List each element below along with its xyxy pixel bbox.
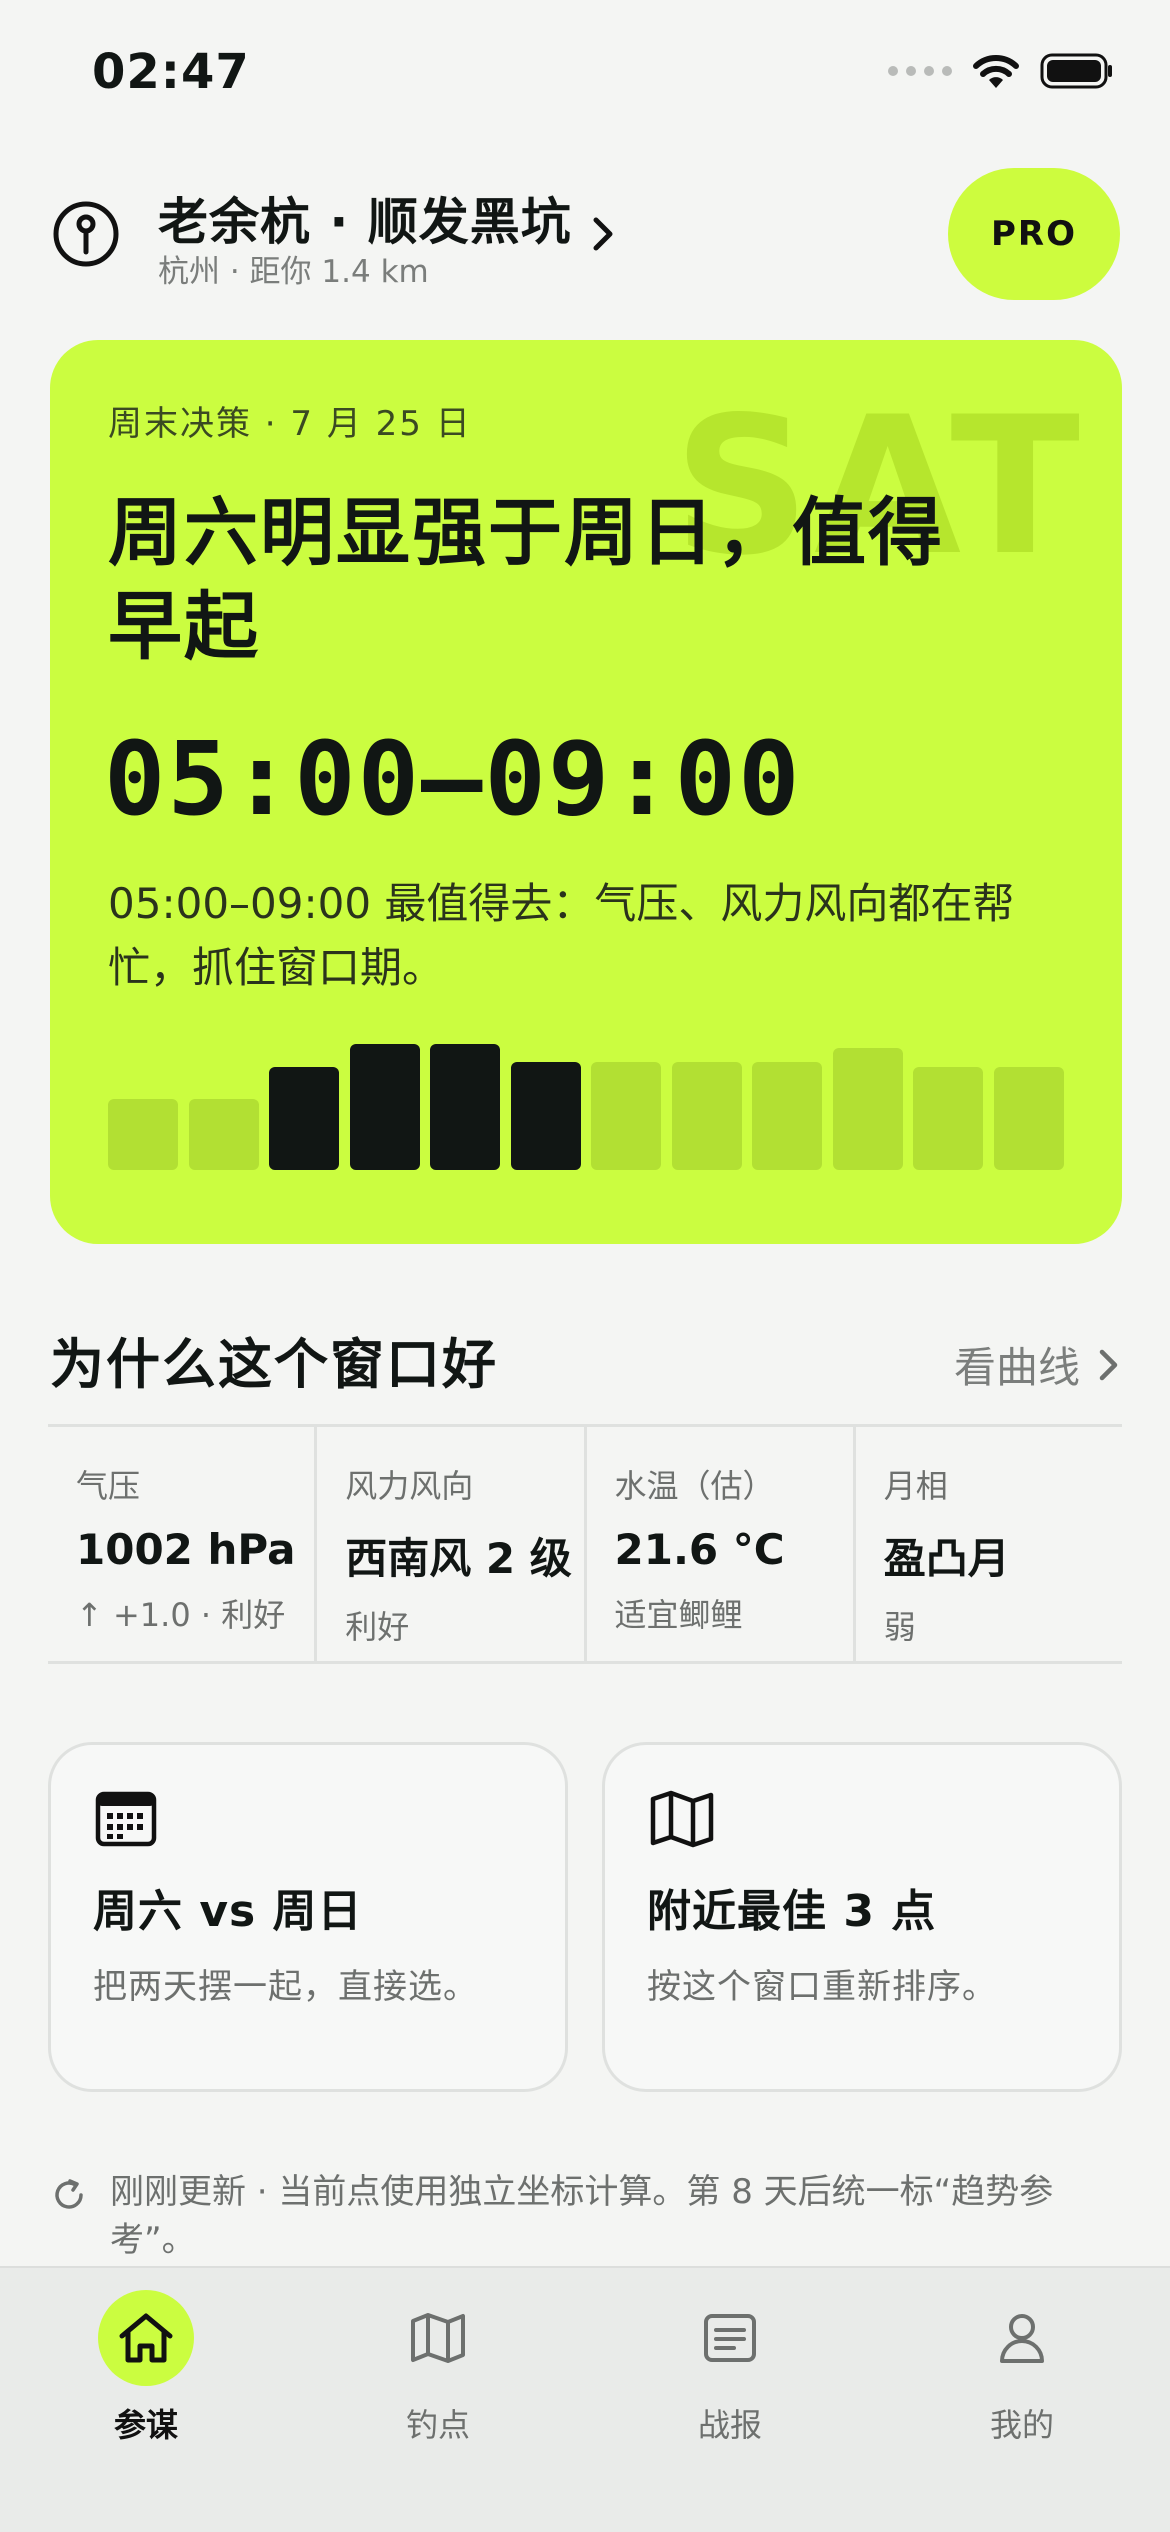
- location-header: 老余杭 · 顺发黑坑 杭州 · 距你 1.4 km PRO: [50, 168, 1120, 306]
- score-bar: [671, 1062, 742, 1170]
- card-subtitle: 把两天摆一起，直接选。: [93, 1967, 478, 2007]
- metric-note: ↑ +1.0 · 利好: [76, 1596, 286, 1634]
- metrics-grid: 气压 1002 hPa ↑ +1.0 · 利好 风力风向 西南风 2 级 利好 …: [48, 1424, 1122, 1664]
- metric-value: 1002 hPa: [76, 1525, 296, 1574]
- metric-wind: 风力风向 西南风 2 级 利好: [317, 1427, 587, 1661]
- tab-label: 钓点: [405, 2406, 470, 2444]
- home-icon: [98, 2290, 194, 2386]
- tab-profile[interactable]: 我的: [932, 2290, 1112, 2450]
- view-curve-label: 看曲线: [953, 1343, 1080, 1392]
- tab-reports[interactable]: 战报: [640, 2290, 820, 2450]
- tab-label: 我的: [989, 2406, 1054, 2444]
- spot-distance: 杭州 · 距你 1.4 km: [158, 254, 429, 290]
- map-icon: [650, 1790, 714, 1848]
- metric-value: 21.6 °C: [614, 1525, 785, 1574]
- map-icon: [390, 2290, 486, 2386]
- score-bar: [993, 1067, 1064, 1170]
- score-bar: [188, 1099, 259, 1170]
- chevron-right-icon[interactable]: [588, 214, 618, 254]
- score-bar: [591, 1062, 661, 1170]
- tab-spots[interactable]: 钓点: [348, 2290, 528, 2450]
- card-subtitle: 按这个窗口重新排序。: [647, 1967, 997, 2007]
- metric-moon-phase: 月相 盈凸月 弱: [856, 1427, 1122, 1661]
- tab-label: 战报: [697, 2406, 762, 2444]
- decision-description: 05:00–09:00 最值得去：气压、风力风向都在帮忙，抓住窗口期。: [108, 879, 1015, 992]
- hourly-score-bars: [108, 1040, 1064, 1170]
- battery-icon: [1040, 53, 1112, 89]
- decision-title: 周六明显强于周日，值得早起: [108, 490, 944, 670]
- spot-name[interactable]: 老余杭 · 顺发黑坑: [158, 182, 572, 254]
- bottom-tab-bar: 参谋 钓点 战报 我的: [0, 2266, 1170, 2532]
- tab-strategy[interactable]: 参谋: [56, 2290, 236, 2450]
- signal-icon: [888, 66, 952, 76]
- score-bar-active: [269, 1067, 339, 1170]
- score-bar: [108, 1099, 178, 1170]
- decision-tag: 周末决策 · 7 月 25 日: [108, 404, 472, 444]
- tab-label: 参谋: [113, 2406, 178, 2444]
- score-bar: [752, 1062, 822, 1170]
- status-icons: [888, 52, 1114, 90]
- refresh-icon: [55, 2179, 83, 2209]
- metric-label: 气压: [76, 1467, 141, 1505]
- metric-value: 西南风 2 级: [345, 1534, 572, 1583]
- nearby-best-card[interactable]: 附近最佳 3 点 按这个窗口重新排序。: [602, 1742, 1122, 2092]
- score-bar-active: [510, 1062, 581, 1170]
- location-pin-icon: [53, 201, 119, 267]
- view-curve-link[interactable]: 看曲线: [954, 1334, 1122, 1395]
- weekend-decision-card[interactable]: SAT 周末决策 · 7 月 25 日 周六明显强于周日，值得早起 05:00–…: [50, 340, 1122, 1244]
- score-bar: [832, 1048, 903, 1170]
- score-bar-active: [349, 1044, 420, 1170]
- status-bar: 02:47: [0, 0, 1170, 150]
- pro-button[interactable]: PRO: [948, 168, 1120, 300]
- profile-icon: [974, 2290, 1070, 2386]
- report-icon: [682, 2290, 778, 2386]
- metric-label: 月相: [883, 1467, 948, 1505]
- chevron-right-icon: [1099, 1349, 1118, 1380]
- card-title: 附近最佳 3 点: [647, 1886, 937, 1937]
- metric-water-temp: 水温（估） 21.6 °C 适宜鲫鲤: [587, 1427, 856, 1661]
- why-section-title: 为什么这个窗口好: [50, 1333, 498, 1396]
- metric-label: 水温（估）: [614, 1467, 775, 1505]
- card-title: 周六 vs 周日: [93, 1886, 363, 1937]
- compare-days-card[interactable]: 周六 vs 周日 把两天摆一起，直接选。: [48, 1742, 568, 2092]
- metric-value: 盈凸月: [883, 1534, 1010, 1583]
- update-note: 刚刚更新 · 当前点使用独立坐标计算。第 8 天后统一标“趋势参考”。: [50, 2168, 1070, 2264]
- status-time: 02:47: [92, 44, 250, 100]
- score-bar: [913, 1067, 983, 1170]
- time-window: 05:00–09:00: [104, 720, 802, 839]
- metric-note: 利好: [345, 1608, 410, 1646]
- metric-label: 风力风向: [345, 1467, 474, 1505]
- wifi-icon: [973, 55, 1019, 88]
- score-bar-active: [430, 1044, 500, 1170]
- metric-note: 弱: [883, 1608, 916, 1646]
- metric-pressure: 气压 1002 hPa ↑ +1.0 · 利好: [48, 1427, 318, 1661]
- update-text: 刚刚更新 · 当前点使用独立坐标计算。第 8 天后统一标“趋势参考”。: [110, 2172, 1054, 2260]
- calendar-icon: [95, 1791, 157, 1847]
- metric-note: 适宜鲫鲤: [614, 1596, 743, 1634]
